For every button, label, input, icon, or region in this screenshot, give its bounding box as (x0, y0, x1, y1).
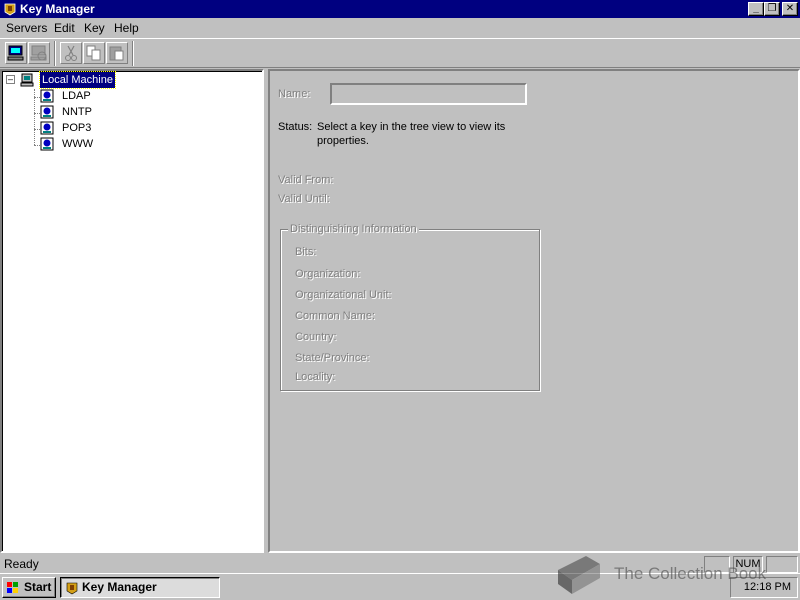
tree-item-label: LDAP (62, 90, 91, 102)
organization-label: Organization: (295, 268, 361, 280)
menu-bar: Servers Edit Key Help (0, 18, 800, 38)
connect-computer-icon (7, 45, 24, 61)
tree-item-label: NNTP (62, 106, 92, 118)
paste-icon (109, 46, 124, 61)
name-label: Name: (278, 88, 311, 100)
key-manager-app-icon (66, 582, 78, 595)
server-icon (40, 121, 54, 135)
taskbar-key-manager-button[interactable]: Key Manager (60, 577, 220, 598)
restore-icon: ❐ (767, 3, 777, 14)
windows-logo-icon (7, 582, 18, 593)
valid-until-label: Valid Until: (278, 193, 330, 205)
toolbar-separator (132, 41, 134, 66)
book-icon (558, 556, 600, 594)
close-icon: ✕ (785, 3, 795, 14)
watermark: The Collection Book (548, 550, 788, 598)
country-label: Country: (295, 331, 337, 343)
state-province-label: State/Province: (295, 352, 370, 364)
start-button[interactable]: Start (2, 577, 56, 598)
details-panel: Name: Status: Select a key in the tree v… (268, 69, 800, 553)
toolbar-separator (54, 41, 56, 66)
locality-label: Locality: (295, 371, 336, 383)
copy-button[interactable] (83, 42, 105, 64)
server-icon (40, 89, 54, 103)
copy-icon (86, 45, 101, 61)
tree-view[interactable]: – Local Machine LDAP NNTP POP3 WWW (0, 69, 264, 553)
paste-button[interactable] (106, 42, 128, 64)
tree-item-label: Local Machine (39, 71, 116, 89)
cut-button[interactable] (60, 42, 82, 64)
taskbar-button-label: Key Manager (82, 580, 157, 594)
close-button[interactable]: ✕ (782, 2, 798, 16)
start-label: Start (24, 580, 52, 594)
status-label: Status: (278, 121, 313, 133)
restore-button[interactable]: ❐ (764, 2, 780, 16)
title-bar[interactable]: Key Manager _ ❐ ✕ (0, 0, 800, 18)
connect-button[interactable] (5, 42, 27, 64)
minimize-button[interactable]: _ (748, 2, 764, 16)
collapse-toggle[interactable]: – (6, 75, 15, 84)
disconnect-computer-icon (30, 45, 47, 61)
tree-item-label: POP3 (62, 122, 92, 134)
organizational-unit-label: Organizational Unit: (295, 289, 392, 301)
valid-from-label: Valid From: (278, 174, 334, 186)
cut-icon (65, 45, 77, 61)
computer-icon (20, 73, 34, 87)
server-icon (40, 105, 54, 119)
group-title: Distinguishing Information (288, 222, 419, 236)
minimize-icon: _ (753, 3, 759, 14)
server-icon (40, 137, 54, 151)
tree-item-label: WWW (62, 138, 94, 150)
watermark-text: The Collection Book (614, 564, 767, 583)
menu-help[interactable]: Help (114, 21, 139, 35)
bits-label: Bits: (295, 246, 317, 258)
toolbar (0, 38, 800, 68)
distinguishing-information-group: Distinguishing Information Bits: Organiz… (280, 222, 540, 391)
window-title: Key Manager (20, 2, 95, 16)
name-field[interactable] (330, 83, 527, 105)
disconnect-button[interactable] (28, 42, 50, 64)
menu-edit[interactable]: Edit (54, 21, 75, 35)
status-text: Select a key in the tree view to view it… (317, 121, 506, 147)
menu-servers[interactable]: Servers (6, 21, 47, 35)
minus-icon: – (7, 74, 13, 84)
common-name-label: Common Name: (295, 310, 376, 322)
key-manager-app-icon[interactable] (3, 2, 17, 16)
menu-key[interactable]: Key (84, 21, 105, 35)
status-text: Ready (4, 557, 39, 571)
